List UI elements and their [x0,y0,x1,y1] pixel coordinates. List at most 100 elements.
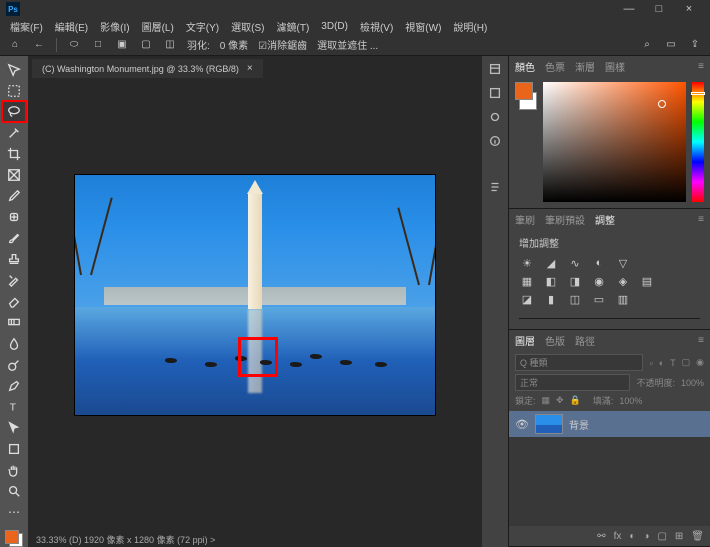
panel-menu-icon[interactable]: ≡ [698,61,704,72]
color-balance-icon[interactable]: ◧ [543,274,559,288]
tab-close[interactable]: × [247,63,253,74]
bw-icon[interactable]: ◨ [567,274,583,288]
group-icon[interactable]: ▢ [657,531,666,542]
menu-image[interactable]: 影像(I) [100,19,129,34]
tab-brushes[interactable]: 筆刷 [515,212,535,227]
blend-mode-dropdown[interactable]: 正常 [515,374,630,391]
curves-icon[interactable]: ∿ [567,256,583,270]
panel-menu-icon[interactable]: ≡ [698,335,704,346]
eraser-tool[interactable] [3,292,25,311]
photo-filter-icon[interactable]: ◉ [591,274,607,288]
panel-menu-icon[interactable]: ≡ [698,214,704,225]
adjustment-layer-icon[interactable]: ◑ [643,531,649,542]
layer-name[interactable]: 背景 [569,417,589,432]
lasso-tool[interactable] [3,102,25,121]
new-layer-icon[interactable]: ⊞ [675,531,683,542]
layer-mask-icon[interactable]: ◐ [629,531,635,542]
edit-toolbar[interactable]: ⋯ [3,503,25,522]
menu-3d[interactable]: 3D(D) [321,21,348,32]
menu-help[interactable]: 說明(H) [453,19,487,34]
search-icon[interactable]: ⌕ [640,38,654,52]
hue-slider[interactable] [692,82,704,202]
workspace-icon[interactable]: ▭ [664,38,678,52]
move-tool[interactable] [3,60,25,79]
fg-color[interactable] [515,82,533,100]
tab-gradients[interactable]: 漸層 [575,59,595,74]
shape-tool[interactable] [3,439,25,458]
properties-panel-icon[interactable] [486,84,504,102]
canvas[interactable] [28,78,482,531]
layer-style-icon[interactable]: fx [614,531,622,542]
fg-color-swatch[interactable] [5,530,19,544]
menu-type[interactable]: 文字(Y) [186,19,219,34]
hand-tool[interactable] [3,460,25,479]
menu-edit[interactable]: 編輯(E) [55,19,88,34]
document-tab[interactable]: (C) Washington Monument.jpg @ 33.3% (RGB… [32,59,263,78]
tab-patterns[interactable]: 圖樣 [605,59,625,74]
exposure-icon[interactable]: ◐ [591,256,607,270]
zoom-tool[interactable] [3,482,25,501]
info-panel-icon[interactable] [486,132,504,150]
window-minimize[interactable]: — [614,3,644,15]
gradient-map-icon[interactable]: ▭ [591,292,607,306]
filter-type-icon[interactable]: T [670,358,676,368]
selective-color-icon[interactable]: ▥ [615,292,631,306]
filter-adjust-icon[interactable]: ◐ [659,358,664,368]
select-and-mask[interactable]: 選取並遮住 ... [317,37,378,52]
layer-row[interactable]: 👁 背景 [509,411,710,437]
blur-tool[interactable] [3,334,25,353]
hue-icon[interactable]: ▦ [519,274,535,288]
stamp-tool[interactable] [3,250,25,269]
link-layers-icon[interactable]: ⚯ [597,531,605,542]
character-panel-icon[interactable] [486,178,504,196]
filter-pixel-icon[interactable]: ▫ [649,358,652,368]
feather-value[interactable]: 0 像素 [220,37,248,52]
threshold-icon[interactable]: ◫ [567,292,583,306]
opacity-value[interactable]: 100% [681,378,704,388]
brightness-icon[interactable]: ☀ [519,256,535,270]
home-icon[interactable]: ⌂ [8,38,22,52]
history-brush-tool[interactable] [3,271,25,290]
lock-position-icon[interactable]: ✥ [556,395,564,406]
tab-layers[interactable]: 圖層 [515,333,535,348]
healing-tool[interactable] [3,208,25,227]
path-select-tool[interactable] [3,418,25,437]
lock-pixels-icon[interactable]: ▦ [542,395,551,406]
delete-layer-icon[interactable]: 🗑 [691,531,704,542]
channel-mixer-icon[interactable]: ◈ [615,274,631,288]
brush-tool[interactable] [3,229,25,248]
back-icon[interactable]: ← [32,38,46,52]
sel-sub-icon[interactable]: ▢ [139,38,153,52]
window-maximize[interactable]: □ [644,3,674,15]
tab-paths[interactable]: 路徑 [575,333,595,348]
window-close[interactable]: × [674,3,704,15]
filter-smart-icon[interactable]: ◉ [696,357,704,368]
filter-shape-icon[interactable]: ▢ [682,357,691,368]
tab-color[interactable]: 顏色 [515,59,535,74]
tab-swatches[interactable]: 色票 [545,59,565,74]
color-swatch[interactable] [5,530,23,547]
layer-filter-kind[interactable]: Q 種類 [515,354,643,371]
share-icon[interactable]: ⇪ [688,38,702,52]
type-tool[interactable]: T [3,397,25,416]
crop-tool[interactable] [3,144,25,163]
sel-new-icon[interactable]: □ [91,38,105,52]
magic-wand-tool[interactable] [3,123,25,142]
menu-file[interactable]: 檔案(F) [10,19,43,34]
dodge-tool[interactable] [3,355,25,374]
invert-icon[interactable]: ◪ [519,292,535,306]
color-picker[interactable] [543,82,686,202]
sel-add-icon[interactable]: ▣ [115,38,129,52]
menu-filter[interactable]: 濾鏡(T) [277,19,310,34]
layer-thumbnail[interactable] [535,414,563,434]
lookup-icon[interactable]: ▤ [639,274,655,288]
menu-select[interactable]: 選取(S) [231,19,264,34]
tab-brush-presets[interactable]: 筆刷預設 [545,212,585,227]
posterize-icon[interactable]: ▮ [543,292,559,306]
menu-view[interactable]: 檢視(V) [360,19,393,34]
pen-tool[interactable] [3,376,25,395]
menu-window[interactable]: 視窗(W) [405,19,441,34]
eyedropper-tool[interactable] [3,186,25,205]
marquee-tool[interactable] [3,81,25,100]
gradient-tool[interactable] [3,313,25,332]
